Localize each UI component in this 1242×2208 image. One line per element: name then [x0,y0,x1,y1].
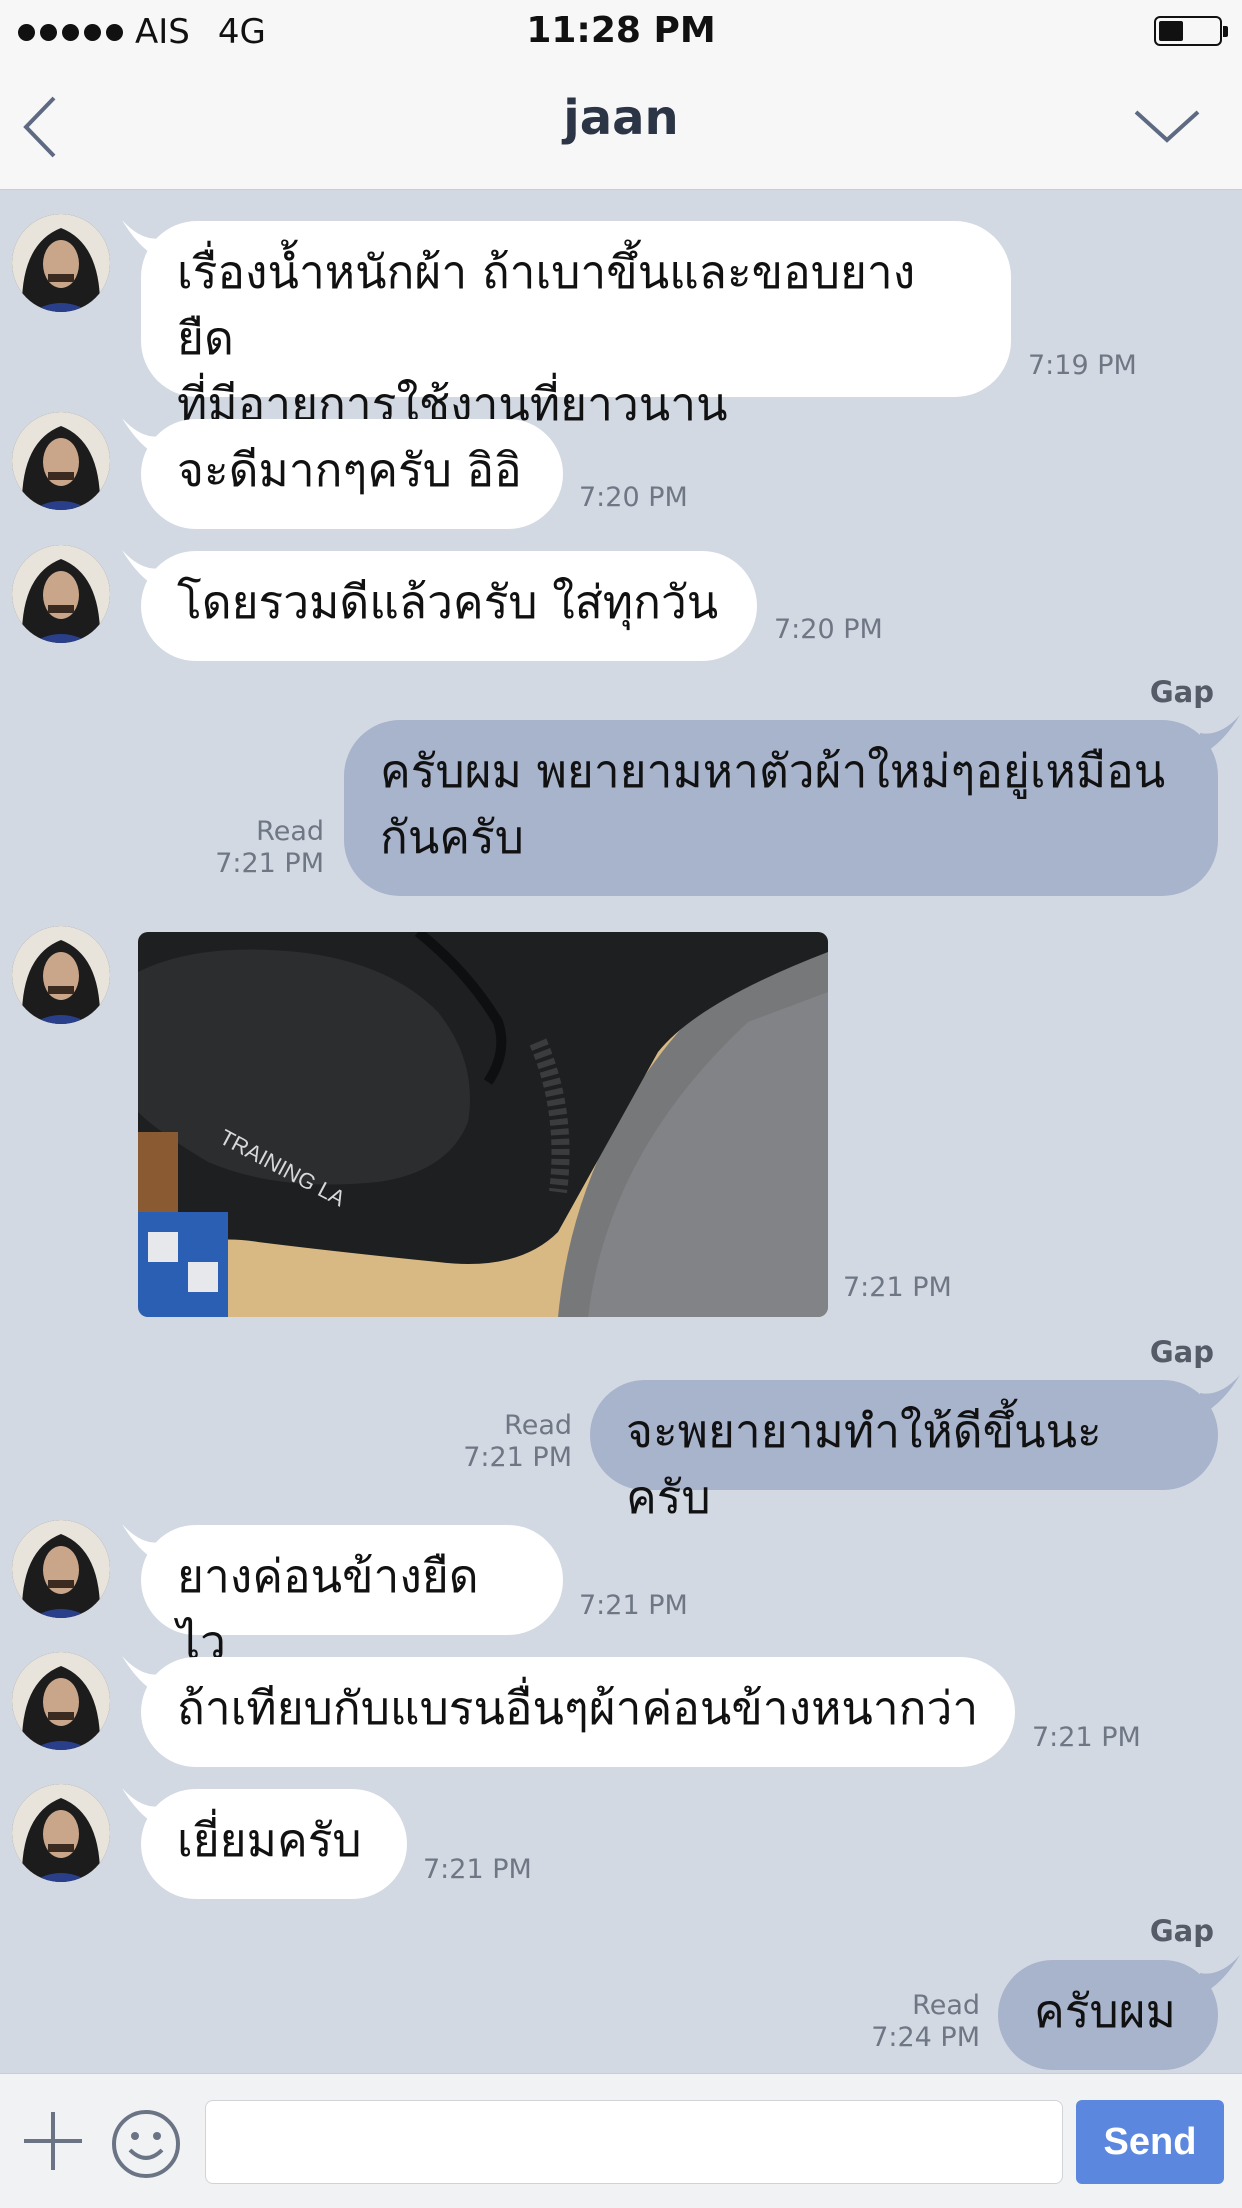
message-bubble[interactable]: จะพยายามทำให้ดีขึ้นนะครับ [590,1380,1218,1524]
emoji-icon[interactable] [110,2108,182,2180]
image-message[interactable]: TRAINING LA [138,932,828,1317]
message-text: จะพยายามทำให้ดีขึ้นนะครับ [626,1404,1102,1524]
read-status: Read [912,1990,980,2021]
message-bubble[interactable]: ถ้าเทียบกับแบรนอื่นๆผ้าค่อนข้างหนากว่า [141,1657,1015,1767]
bubble-tail [1200,715,1240,755]
message-bubble[interactable]: ครับผม [998,1960,1218,2070]
message-time: 7:24 PM [871,2022,980,2053]
message-text: ยางค่อนข้างยืดไว [177,1549,479,1669]
message-bubble[interactable]: ยางค่อนข้างยืดไว [141,1525,563,1669]
send-button[interactable]: Send [1076,2100,1224,2184]
avatar[interactable] [12,214,110,312]
read-status: Read [504,1410,572,1441]
message-text: กันครับ [380,810,524,864]
message-bubble[interactable]: เรื่องน้ำหนักผ้า ถ้าเบาขึ้นและขอบยาง ยืด… [141,221,1011,431]
avatar[interactable] [12,926,110,1024]
sender-name: Gap [1149,675,1214,709]
avatar[interactable] [12,412,110,510]
bubble-tail [1200,1375,1240,1415]
message-time: 7:21 PM [579,1590,688,1621]
bubble-tail [1200,1955,1240,1995]
message-text: เยี่ยมครับ [177,1813,362,1867]
message-text: ครับผม [1034,1984,1176,2038]
message-text: ถ้าเทียบกับแบรนอื่นๆผ้าค่อนข้างหนากว่า [177,1681,979,1735]
clock: 11:28 PM [526,10,716,51]
sender-name: Gap [1149,1914,1214,1948]
message-composer: Send [0,2073,1242,2208]
avatar[interactable] [12,1784,110,1882]
sender-name: Gap [1149,1335,1214,1369]
avatar[interactable] [12,1652,110,1750]
message-time: 7:21 PM [1032,1722,1141,1753]
message-bubble[interactable]: โดยรวมดีแล้วครับ ใส่ทุกวัน [141,551,757,661]
avatar[interactable] [12,1520,110,1618]
message-text: โดยรวมดีแล้วครับ ใส่ทุกวัน [177,575,719,629]
message-text: เรื่องน้ำหนักผ้า ถ้าเบาขึ้นและขอบยาง ยืด [177,245,916,365]
message-time: 7:21 PM [423,1854,532,1885]
read-status: Read [256,816,324,847]
message-input[interactable] [205,2100,1063,2184]
message-time: 7:20 PM [774,614,883,645]
chevron-down-icon[interactable] [1132,102,1202,152]
message-time: 7:21 PM [843,1272,952,1303]
plus-icon[interactable] [22,2110,84,2172]
message-bubble[interactable]: เยี่ยมครับ [141,1789,407,1899]
message-time: 7:20 PM [579,482,688,513]
message-time: 7:21 PM [463,1442,572,1473]
avatar[interactable] [12,545,110,643]
battery-icon [1154,16,1228,46]
read-receipt: Read 7:24 PM [871,1990,980,2054]
message-text: ครับผม พยายามหาตัวผ้าใหม่ๆอยู่เหมือน [380,744,1166,798]
status-bar: AIS 4G 11:28 PM [0,0,1242,62]
read-receipt: Read 7:21 PM [215,816,324,880]
message-bubble[interactable]: ครับผม พยายามหาตัวผ้าใหม่ๆอยู่เหมือน กัน… [344,720,1218,896]
message-text: จะดีมากๆครับ อิอิ [177,443,522,497]
message-time: 7:21 PM [215,848,324,879]
read-receipt: Read 7:21 PM [463,1410,572,1474]
message-time: 7:19 PM [1028,350,1137,381]
message-bubble[interactable]: จะดีมากๆครับ อิอิ [141,419,563,529]
chat-title: jaan [563,90,679,146]
chat-header: jaan [0,62,1242,190]
